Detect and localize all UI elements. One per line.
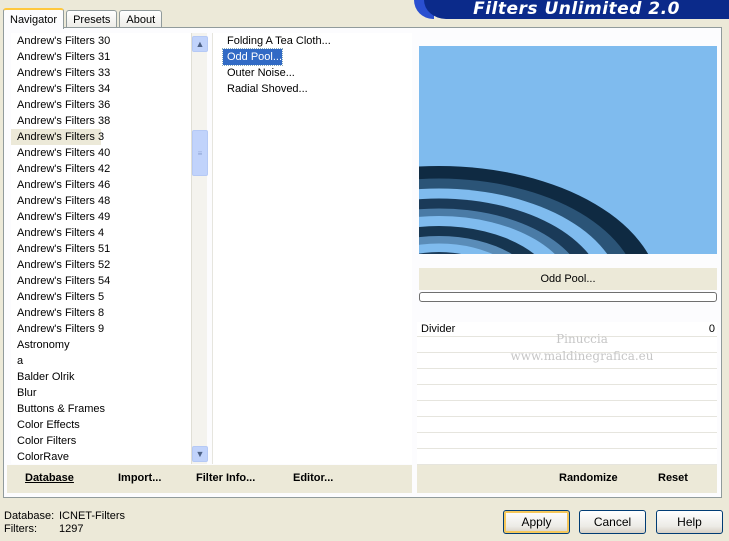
filter-item[interactable]: Outer Noise... — [223, 65, 295, 81]
filters-count-value: 1297 — [59, 523, 84, 535]
filter-item[interactable]: Radial Shoved... — [223, 81, 308, 97]
navigator-toolbar: Database Import... Filter Info... Editor… — [7, 465, 412, 493]
category-item[interactable]: Andrew's Filters 49 — [11, 209, 191, 225]
parameter-row — [417, 369, 717, 385]
import-button[interactable]: Import... — [118, 472, 161, 484]
tab-label: About — [126, 13, 156, 26]
category-item[interactable]: ColorRave — [11, 449, 191, 464]
category-item[interactable]: Andrew's Filters 48 — [11, 193, 191, 209]
filter-row: Odd Pool... — [213, 48, 412, 66]
category-item[interactable]: Andrew's Filters 54 — [11, 273, 191, 289]
category-item[interactable]: Andrew's Filters 3 — [11, 129, 104, 145]
category-scrollbar[interactable]: ▲ ≡ ▼ — [191, 33, 208, 464]
category-item[interactable]: Color Filters — [11, 433, 191, 449]
parameter-toolbar: Randomize Reset — [417, 465, 717, 493]
tab-about[interactable]: About — [119, 10, 163, 28]
parameter-row — [417, 433, 717, 449]
watermark: Pinuccia www.maldinegrafica.eu — [482, 331, 682, 365]
help-button[interactable]: Help — [656, 510, 723, 534]
chevron-up-icon: ▲ — [195, 39, 205, 49]
parameter-label: Divider — [421, 323, 456, 335]
preview-image — [419, 46, 717, 254]
reset-button[interactable]: Reset — [658, 472, 688, 484]
category-item[interactable]: Color Effects — [11, 417, 191, 433]
parameter-row — [417, 417, 717, 433]
filters-count-label: Filters: — [4, 523, 37, 535]
randomize-button[interactable]: Randomize — [559, 472, 618, 484]
category-item[interactable]: Andrew's Filters 9 — [11, 321, 191, 337]
category-item[interactable]: Andrew's Filters 36 — [11, 97, 191, 113]
cancel-button[interactable]: Cancel — [579, 510, 646, 534]
navigator-panel: Andrew's Filters 30 Andrew's Filters 31 An… — [3, 27, 722, 498]
apply-button[interactable]: Apply — [503, 510, 570, 534]
category-item[interactable]: Balder Olrik — [11, 369, 191, 385]
filter-item[interactable]: Odd Pool... — [221, 48, 284, 66]
watermark-line2: www.maldinegrafica.eu — [510, 349, 654, 363]
tab-label: Presets — [73, 13, 111, 26]
database-button[interactable]: Database — [25, 472, 74, 484]
progress-bar — [419, 292, 717, 302]
chevron-down-icon: ▼ — [195, 449, 205, 459]
filter-row: Outer Noise... — [213, 65, 412, 81]
parameter-row — [417, 449, 717, 465]
scroll-thumb[interactable]: ≡ — [192, 130, 208, 176]
app-banner: Filters Unlimited 2.0 — [414, 0, 729, 19]
parameter-row — [417, 401, 717, 417]
database-label: Database: — [4, 510, 55, 522]
filter-row: Radial Shoved... — [213, 81, 412, 97]
category-item[interactable]: Andrew's Filters 42 — [11, 161, 191, 177]
tab-strip: Navigator Presets About — [3, 6, 164, 29]
tab-navigator[interactable]: Navigator — [3, 8, 65, 29]
category-list[interactable]: Andrew's Filters 30 Andrew's Filters 31 An… — [11, 33, 191, 464]
category-item[interactable]: Andrew's Filters 34 — [11, 81, 191, 97]
scroll-down-button[interactable]: ▼ — [192, 446, 208, 462]
filter-list[interactable]: Folding A Tea Cloth... Odd Pool... Outer N… — [212, 33, 412, 464]
grip-icon: ≡ — [197, 148, 203, 158]
status-info: Database: ICNET-Filters Filters: 1297 — [4, 510, 125, 536]
filter-info-button[interactable]: Filter Info... — [196, 472, 255, 484]
category-item[interactable]: Andrew's Filters 8 — [11, 305, 191, 321]
category-item[interactable]: Andrew's Filters 33 — [11, 65, 191, 81]
category-item[interactable]: Andrew's Filters 51 — [11, 241, 191, 257]
tab-presets[interactable]: Presets — [66, 10, 118, 28]
parameter-value: 0 — [708, 323, 715, 335]
filter-item[interactable]: Folding A Tea Cloth... — [223, 33, 331, 49]
tab-label: Navigator — [10, 13, 58, 26]
filter-row: Folding A Tea Cloth... — [213, 33, 412, 49]
category-item[interactable]: Andrew's Filters 4 — [11, 225, 191, 241]
category-item[interactable]: Andrew's Filters 38 — [11, 113, 191, 129]
category-item[interactable]: Andrew's Filters 52 — [11, 257, 191, 273]
editor-button[interactable]: Editor... — [293, 472, 333, 484]
database-value: ICNET-Filters — [59, 510, 125, 522]
parameter-row — [417, 385, 717, 401]
watermark-line1: Pinuccia — [556, 332, 608, 346]
scroll-up-button[interactable]: ▲ — [192, 36, 208, 52]
category-item[interactable]: Andrew's Filters 30 — [11, 33, 191, 49]
category-item[interactable]: Buttons & Frames — [11, 401, 191, 417]
category-item[interactable]: Andrew's Filters 5 — [11, 289, 191, 305]
ripple-preview — [419, 46, 717, 254]
database-label: Database — [25, 472, 74, 484]
category-item[interactable]: Andrew's Filters 46 — [11, 177, 191, 193]
category-item[interactable]: Astronomy — [11, 337, 191, 353]
category-item[interactable]: a — [11, 353, 191, 369]
category-item[interactable]: Andrew's Filters 31 — [11, 49, 191, 65]
category-item[interactable]: Blur — [11, 385, 191, 401]
preview-filter-title: Odd Pool... — [419, 268, 717, 290]
category-item[interactable]: Andrew's Filters 40 — [11, 145, 191, 161]
